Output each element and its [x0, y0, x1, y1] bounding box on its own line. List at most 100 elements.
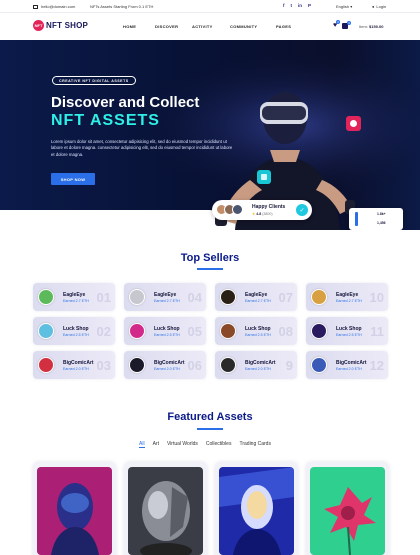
asset-filters: All Art Virtual Worlds Collectibles Trad…: [139, 441, 279, 448]
user-icon: ●: [372, 4, 375, 9]
twitter-icon[interactable]: t: [291, 3, 293, 8]
seller-rank: 05: [187, 324, 202, 339]
title-underline: [197, 428, 223, 430]
hero-subtitle: NFT ASSETS: [51, 112, 160, 129]
asset-card[interactable]: [33, 462, 116, 555]
seller-card[interactable]: EagleEye Earned 2.7 ETH 10: [306, 283, 388, 311]
seller-name: BigComicArt: [336, 360, 367, 366]
page: hello@domain.com NFTs Assets Starting Fr…: [0, 0, 420, 555]
seller-avatar: [129, 289, 145, 305]
seller-card[interactable]: Luck Shop Earned 2.5 ETH 02: [33, 317, 115, 345]
top-bar: hello@domain.com NFTs Assets Starting Fr…: [0, 0, 420, 13]
seller-earned: Earned 2.5 ETH: [336, 333, 362, 337]
login-label: Login: [376, 4, 387, 9]
check-icon[interactable]: ✓: [296, 204, 308, 216]
shop-now-button[interactable]: SHOP NOW: [51, 173, 95, 185]
rating-value: 4.8: [256, 212, 262, 216]
seller-card[interactable]: Luck Shop Earned 2.5 ETH 11: [306, 317, 388, 345]
nav-home[interactable]: HOME: [123, 24, 155, 29]
hero-tag: CREATIVE NFT DIGITAL ASSETS: [52, 76, 136, 85]
asset-card[interactable]: [306, 462, 389, 555]
filter-all[interactable]: All: [139, 441, 145, 448]
header-icons: ♥ 0 0: [333, 20, 352, 29]
happy-clients-title: Happy Clients: [252, 204, 286, 210]
seller-avatar: [220, 289, 236, 305]
seller-card[interactable]: EagleEye Earned 2.7 ETH 07: [215, 283, 297, 311]
seller-rank: 03: [96, 358, 111, 373]
seller-card[interactable]: BigComicArt Earned 2.0 ETH 9: [215, 351, 297, 379]
seller-earned: Earned 2.0 ETH: [154, 367, 180, 371]
filter-trading-cards[interactable]: Trading Cards: [239, 441, 271, 448]
seller-rank: 06: [187, 358, 202, 373]
linkedin-icon[interactable]: in: [298, 3, 302, 8]
seller-name: BigComicArt: [63, 360, 94, 366]
filter-virtual-worlds[interactable]: Virtual Worlds: [167, 441, 198, 448]
seller-rank: 07: [278, 290, 293, 305]
nav-community[interactable]: COMMUNITY: [230, 24, 276, 29]
stats-bar-icon: [355, 212, 358, 226]
facebook-icon[interactable]: f: [283, 3, 285, 8]
login-link[interactable]: ● Login: [372, 4, 386, 9]
cart-total[interactable]: Item: $150.00: [359, 24, 383, 29]
logo-text: NFT SHOP: [46, 21, 89, 30]
asset-card[interactable]: [124, 462, 207, 555]
language-select[interactable]: English ▾: [336, 4, 352, 9]
seller-rank: 04: [187, 290, 202, 305]
seller-rank: 01: [96, 290, 111, 305]
seller-name: Luck Shop: [154, 326, 180, 332]
seller-earned: Earned 2.7 ETH: [245, 299, 271, 303]
seller-card[interactable]: BigComicArt Earned 2.0 ETH 06: [124, 351, 206, 379]
seller-card[interactable]: Luck Shop Earned 2.5 ETH 08: [215, 317, 297, 345]
seller-earned: Earned 2.7 ETH: [154, 299, 180, 303]
seller-card[interactable]: EagleEye Earned 2.7 ETH 01: [33, 283, 115, 311]
seller-name: Luck Shop: [63, 326, 89, 332]
seller-card[interactable]: BigComicArt Earned 2.0 ETH 12: [306, 351, 388, 379]
asset-card[interactable]: [215, 462, 298, 555]
seller-avatar: [38, 323, 54, 339]
filter-art[interactable]: Art: [153, 441, 159, 448]
filter-collectibles[interactable]: Collectibles: [206, 441, 232, 448]
hero-description: Lorem ipsum dolor sit amet, consectetur …: [51, 139, 233, 157]
pinterest-icon[interactable]: P: [308, 3, 311, 8]
seller-earned: Earned 2.7 ETH: [336, 299, 362, 303]
logo[interactable]: NFT NFT SHOP: [33, 20, 88, 31]
top-sellers-title: Top Sellers: [180, 252, 240, 264]
cart-amount: $150.00: [369, 24, 384, 29]
seller-name: EagleEye: [336, 292, 359, 298]
avatar: [232, 204, 243, 215]
stat-value-1: 1.8k+: [377, 212, 386, 216]
seller-earned: Earned 2.7 ETH: [63, 299, 89, 303]
seller-name: Luck Shop: [245, 326, 271, 332]
contact-email[interactable]: hello@domain.com: [33, 4, 75, 9]
seller-avatar: [38, 289, 54, 305]
featured-title: Featured Assets: [167, 411, 253, 423]
stats-card: 1.8k+ 1,456: [349, 208, 403, 230]
nav-discover[interactable]: DISCOVER: [155, 24, 192, 29]
main-nav: HOME DISCOVER ACTIVITY COMMUNITY PAGES: [123, 24, 291, 29]
nav-pages[interactable]: PAGES: [276, 24, 291, 29]
nav-activity[interactable]: ACTIVITY: [192, 24, 230, 29]
seller-card[interactable]: EagleEye Earned 2.7 ETH 04: [124, 283, 206, 311]
language-label: English: [336, 4, 350, 9]
seller-card[interactable]: Luck Shop Earned 2.5 ETH 05: [124, 317, 206, 345]
seller-name: Luck Shop: [336, 326, 362, 332]
happy-clients-card: Happy Clients ★ 4.8 (3800) ✓: [212, 200, 312, 220]
social-links: f t in P: [283, 3, 311, 8]
seller-earned: Earned 2.5 ETH: [154, 333, 180, 337]
seller-rank: 9: [285, 358, 293, 373]
seller-avatar: [311, 289, 327, 305]
cart-icon[interactable]: 0: [342, 20, 352, 29]
heart-icon[interactable]: ♥ 0: [333, 20, 341, 29]
seller-avatar: [129, 323, 145, 339]
seller-rank: 11: [370, 324, 384, 339]
asset-image: [310, 467, 385, 555]
chevron-down-icon: ▾: [350, 4, 353, 9]
rating: ★ 4.8 (3800): [252, 212, 273, 216]
seller-rank: 12: [369, 358, 384, 373]
asset-image: [219, 467, 294, 555]
main-header: NFT NFT SHOP HOME DISCOVER ACTIVITY COMM…: [0, 13, 420, 40]
seller-card[interactable]: BigComicArt Earned 2.0 ETH 03: [33, 351, 115, 379]
cart-badge: 0: [347, 20, 352, 25]
logo-mark: NFT: [33, 20, 44, 31]
seller-earned: Earned 2.5 ETH: [245, 333, 271, 337]
